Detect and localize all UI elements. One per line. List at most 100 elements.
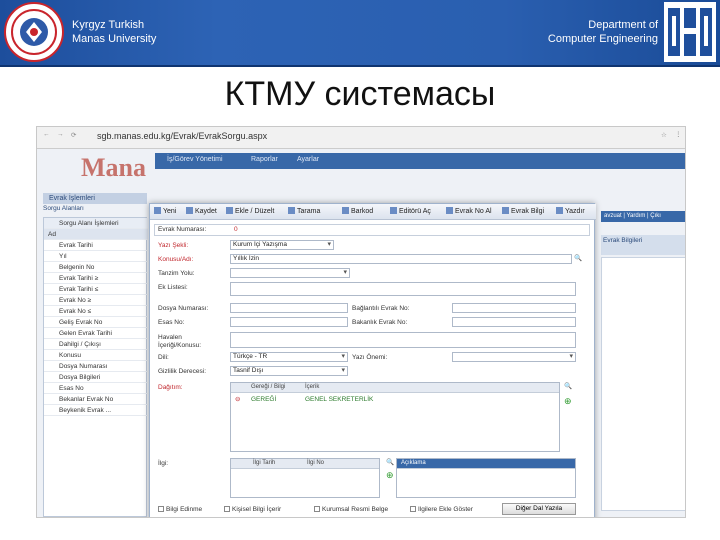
language-select[interactable]: Türkçe - TR	[230, 352, 348, 362]
distribution-add-icon[interactable]: ⊕	[564, 396, 572, 407]
ministry-doc-input[interactable]	[452, 317, 576, 327]
ministry-doc-label: Bakanlık Evrak No:	[352, 319, 408, 326]
toolbar-editor-button[interactable]: Editörü Aç	[390, 207, 431, 215]
toolbar-docno-button[interactable]: Evrak No Al	[446, 207, 492, 215]
subject-search-icon[interactable]: 🔍	[574, 254, 582, 262]
reference-col-date: İlgi Tarih	[253, 460, 276, 466]
toolbar-label: Kaydet	[195, 208, 217, 215]
right-panel-title: Evrak Bilgileri	[601, 235, 685, 255]
nav-item-tasks[interactable]: İş/Görev Yönetimi	[167, 156, 223, 163]
toolbar-save-button[interactable]: Kaydet	[186, 207, 217, 215]
toolbar-label: Evrak Bilgi	[511, 208, 545, 215]
main-number-label: Esas No:	[158, 319, 185, 326]
department-line1: Department of	[588, 19, 658, 31]
document-form-dialog: Yeni Kaydet Ekle / Düzelt Tarama Barkod …	[149, 203, 596, 517]
query-field-row[interactable]: Esas No	[44, 383, 148, 394]
distribution-col-content: İçerik	[305, 384, 320, 390]
nav-item-settings[interactable]: Ayarlar	[297, 156, 319, 163]
subject-input[interactable]: Yıllık İzin	[230, 254, 572, 264]
letter-type-select[interactable]: Kurum İçi Yazışma	[230, 240, 334, 250]
save-icon	[186, 207, 193, 214]
toolbar-edit-button[interactable]: Ekle / Düzelt	[226, 207, 274, 215]
query-field-row[interactable]: Geliş Evrak No	[44, 317, 148, 328]
file-number-label: Dosya Numarası:	[158, 305, 209, 312]
option-official-doc[interactable]: Kurumsal Resmi Belge	[314, 506, 388, 513]
department-line2: Computer Engineering	[547, 33, 658, 45]
distribution-col-type: Gereği / Bilgi	[251, 384, 286, 390]
privacy-select[interactable]: Tasnif Dışı	[230, 366, 348, 376]
distribution-label: Dağıtım:	[158, 384, 183, 391]
menu-icon[interactable]: ⋮	[675, 130, 682, 138]
left-search-row[interactable]: Sorgu Alanı İşlemleri	[44, 218, 148, 229]
top-navigation: İş/Görev Yönetimi Raporlar Ayarlar	[155, 153, 685, 169]
query-field-row[interactable]: Dosya Bilgileri	[44, 372, 148, 383]
checkbox[interactable]	[314, 506, 320, 512]
query-field-row[interactable]: Beykenik Evrak ...	[44, 405, 148, 416]
referral-input[interactable]	[230, 332, 576, 348]
web-app: Mana İş/Görev Yönetimi Raporlar Ayarlar …	[37, 149, 685, 517]
university-logo	[4, 2, 64, 62]
main-number-input[interactable]	[230, 317, 348, 327]
browser-toolbar: ← → ⟳ sgb.manas.edu.kg/Evrak/EvrakSorgu.…	[37, 127, 685, 149]
query-field-row[interactable]: Evrak No ≤	[44, 306, 148, 317]
attachments-label: Ek Listesi:	[158, 284, 188, 291]
address-bar[interactable]: sgb.manas.edu.kg/Evrak/EvrakSorgu.aspx	[97, 131, 267, 141]
query-field-row[interactable]: Yıl	[44, 251, 148, 262]
option-label: Ilgilere Ekle Göster	[418, 506, 473, 513]
toolbar-scan-button[interactable]: Tarama	[288, 207, 320, 215]
toolbar-label: Editörü Aç	[399, 208, 431, 215]
doc-number-value: 0	[234, 226, 238, 233]
delete-row-icon[interactable]: ⊖	[235, 395, 240, 403]
reload-icon[interactable]: ⟳	[71, 131, 76, 139]
query-field-row[interactable]: Evrak No ≥	[44, 295, 148, 306]
right-panel-body	[601, 257, 685, 511]
option-show-attachments[interactable]: Ilgilere Ekle Göster	[410, 506, 473, 513]
star-icon[interactable]: ☆	[661, 131, 667, 139]
query-field-row[interactable]: Dahilgi / Çıkışı	[44, 339, 148, 350]
importance-select[interactable]	[452, 352, 576, 362]
other-unit-button[interactable]: Diğer Dal Yazıla	[502, 503, 576, 515]
checkbox[interactable]	[158, 506, 164, 512]
tanzim-select[interactable]	[230, 268, 350, 278]
distribution-row-content: GENEL SEKRETERLİK	[305, 396, 374, 403]
option-info-request[interactable]: Bilgi Edinme	[158, 506, 202, 513]
toolbar-docinfo-button[interactable]: Evrak Bilgi	[502, 207, 544, 215]
checkbox[interactable]	[410, 506, 416, 512]
option-label: Kişisel Bilgi İçerir	[232, 506, 282, 513]
nav-item-reports[interactable]: Raporlar	[251, 156, 278, 163]
query-field-row[interactable]: Bekanlar Evrak No	[44, 394, 148, 405]
back-arrow-icon[interactable]: ←	[43, 131, 50, 138]
right-nav-tabs[interactable]: avzuat | Yardım | Çıkı	[601, 211, 685, 222]
reference-col-number: İlgi No	[307, 460, 325, 466]
university-line2: Manas University	[72, 33, 157, 45]
form-toolbar: Yeni Kaydet Ekle / Düzelt Tarama Barkod …	[150, 204, 596, 220]
query-field-row[interactable]: Gelen Evrak Tarihi	[44, 328, 148, 339]
attachments-input[interactable]	[230, 282, 576, 296]
reference-search-icon[interactable]: 🔍	[386, 458, 394, 466]
toolbar-print-button[interactable]: Yazdır	[556, 207, 585, 215]
option-personal-info[interactable]: Kişisel Bilgi İçerir	[224, 506, 281, 513]
reference-add-icon[interactable]: ⊕	[386, 470, 394, 481]
linked-doc-input[interactable]	[452, 303, 576, 313]
query-field-row[interactable]: Evrak Tarihi	[44, 240, 148, 251]
toolbar-new-button[interactable]: Yeni	[154, 207, 176, 215]
forward-arrow-icon[interactable]: →	[57, 131, 64, 138]
query-field-row[interactable]: Konusu	[44, 350, 148, 361]
checkbox[interactable]	[224, 506, 230, 512]
docno-icon	[446, 207, 453, 214]
description-box[interactable]: Açıklama	[396, 458, 576, 498]
linked-doc-label: Bağlantılı Evrak No:	[352, 305, 410, 312]
query-field-row[interactable]: Belgenin No	[44, 262, 148, 273]
file-number-input[interactable]	[230, 303, 348, 313]
distribution-search-icon[interactable]: 🔍	[564, 382, 572, 390]
query-field-row[interactable]: Evrak Tarihi ≥	[44, 273, 148, 284]
distribution-row[interactable]: ⊖ GEREĞİ GENEL SEKRETERLİK	[231, 394, 559, 405]
left-column-header: Ad	[44, 229, 148, 240]
query-field-row[interactable]: Dosya Numarası	[44, 361, 148, 372]
tanzim-label: Tanzim Yolu:	[158, 270, 195, 277]
department-logo	[664, 2, 716, 62]
distribution-grid: Gereği / Bilgi İçerik ⊖ GEREĞİ GENEL SEK…	[230, 382, 560, 452]
query-field-row[interactable]: Evrak Tarihi ≤	[44, 284, 148, 295]
toolbar-barcode-button[interactable]: Barkod	[342, 207, 373, 215]
description-header: Açıklama	[397, 459, 575, 469]
